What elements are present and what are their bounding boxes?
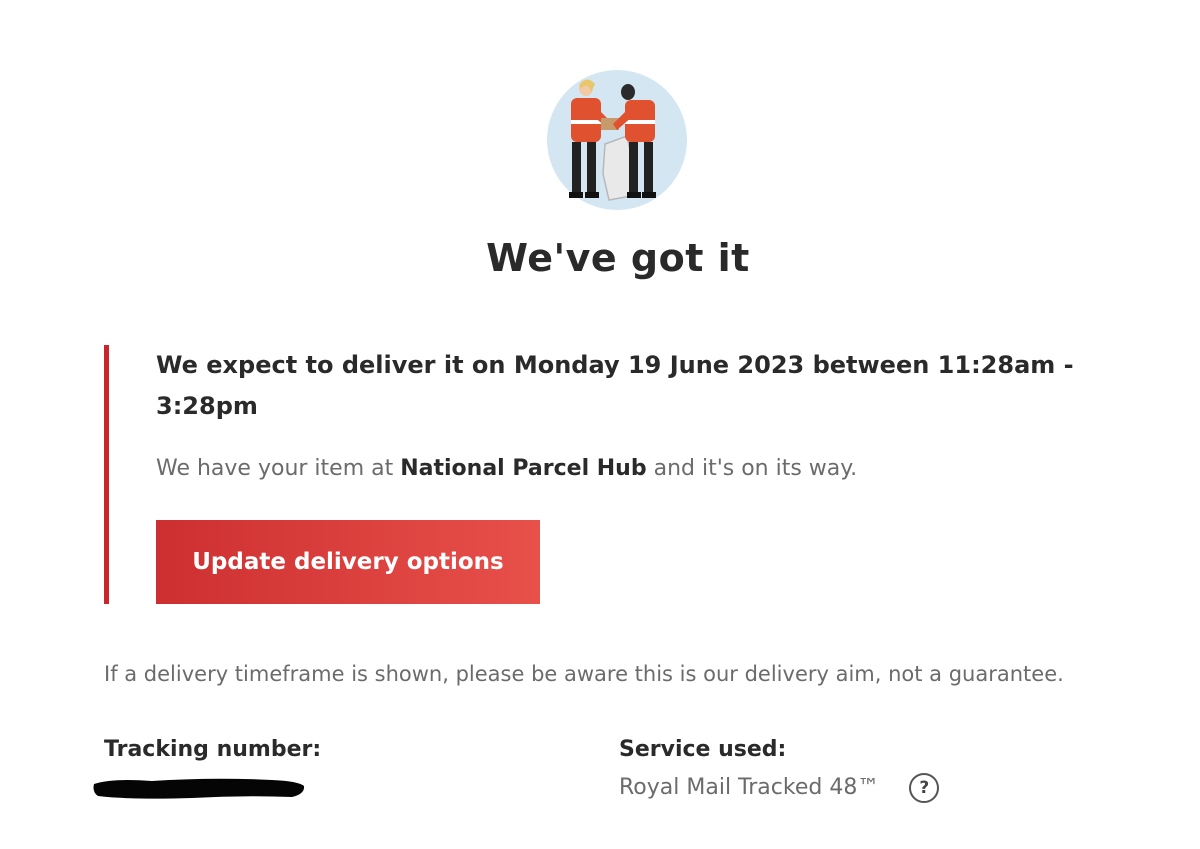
service-name: Royal Mail Tracked 48™ bbox=[619, 775, 880, 800]
delivery-estimate: We expect to deliver it on Monday 19 Jun… bbox=[156, 351, 1074, 420]
question-circle-icon[interactable]: ? bbox=[909, 773, 940, 803]
service-section: Service used: Royal Mail Tracked 48™ ? bbox=[619, 734, 1039, 804]
tracking-section: Tracking number: bbox=[93, 734, 504, 799]
delivery-disclaimer: If a delivery timeframe is shown, please… bbox=[104, 662, 1064, 686]
redacted-tracking-number bbox=[93, 778, 305, 799]
service-used-label: Service used: bbox=[619, 737, 787, 762]
page-title: We've got it bbox=[486, 236, 750, 280]
item-location-message: We have your item at National Parcel Hub… bbox=[156, 453, 1091, 485]
location-suffix: and it's on its way. bbox=[646, 456, 858, 481]
location-name: National Parcel Hub bbox=[400, 456, 647, 481]
postal-workers-illustration bbox=[547, 70, 687, 210]
tracking-number-label: Tracking number: bbox=[104, 737, 322, 762]
service-row: Royal Mail Tracked 48™ ? bbox=[619, 772, 1039, 804]
delivery-notice: We expect to deliver it on Monday 19 Jun… bbox=[104, 345, 1099, 604]
update-delivery-options-button[interactable]: Update delivery options bbox=[156, 520, 540, 604]
location-prefix: We have your item at bbox=[156, 456, 401, 481]
